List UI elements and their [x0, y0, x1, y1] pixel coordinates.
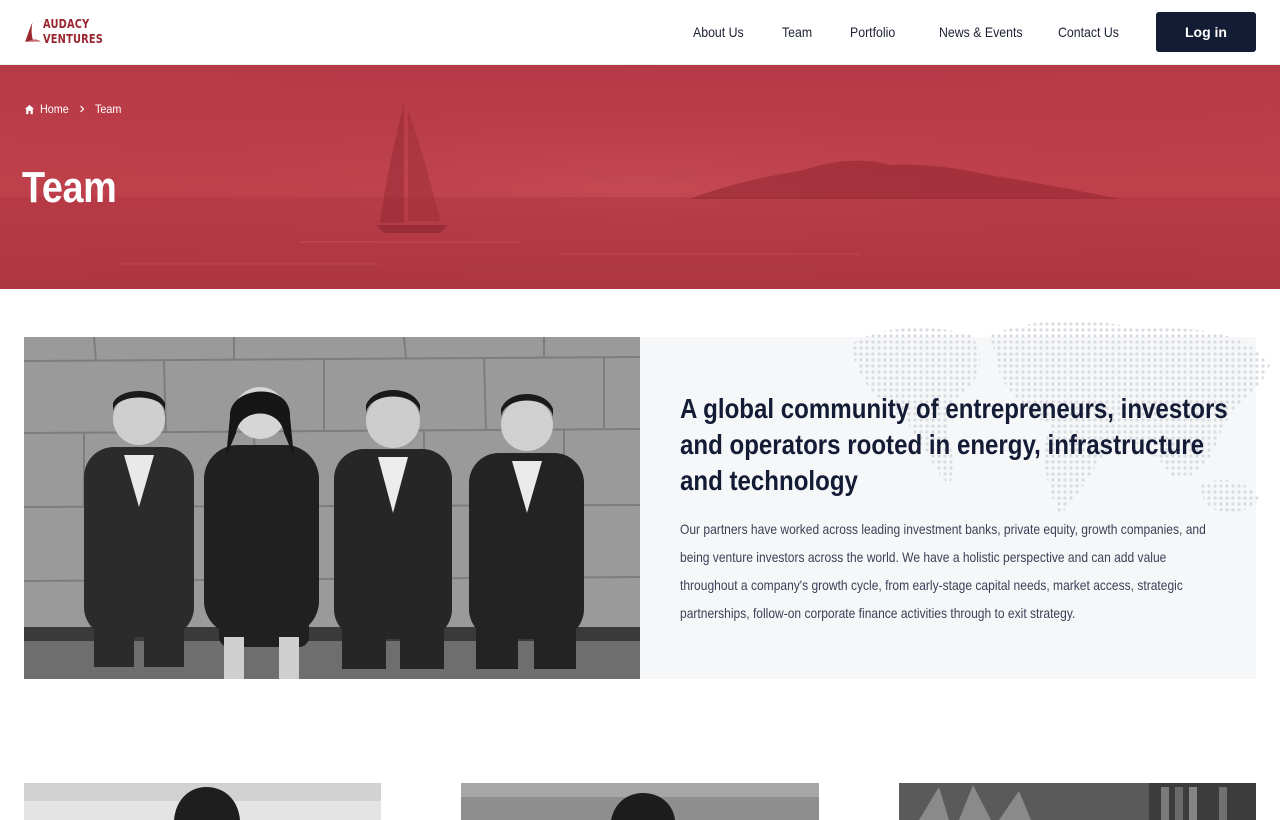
sail-logo-icon: [25, 22, 41, 42]
site-header: AUDACY VENTURES About Us Team Portfolio …: [0, 0, 1280, 65]
page-hero: Home Team Team: [0, 65, 1280, 289]
breadcrumb-home[interactable]: Home: [40, 102, 69, 116]
member-photo: [24, 783, 381, 820]
login-button[interactable]: Log in: [1156, 12, 1256, 52]
logo-wordmark: AUDACY VENTURES: [43, 17, 116, 47]
logo-line-2: VENTURES: [42, 32, 103, 46]
audacy-ventures-logo[interactable]: AUDACY VENTURES: [24, 14, 116, 50]
nav-news-events[interactable]: News & Events: [939, 24, 1023, 40]
intro-card: A global community of entrepreneurs, inv…: [640, 320, 1270, 679]
page-title: Team: [22, 163, 117, 212]
chevron-right-icon: [80, 105, 85, 113]
team-member-card[interactable]: [24, 783, 381, 820]
team-group-photo: [24, 337, 640, 679]
team-member-card[interactable]: [461, 783, 819, 820]
nav-contact-us[interactable]: Contact Us: [1058, 24, 1119, 40]
intro-heading: A global community of entrepreneurs, inv…: [680, 393, 1228, 496]
sailboat-sea-backdrop: [0, 65, 1280, 289]
nav-portfolio[interactable]: Portfolio: [850, 24, 895, 40]
nav-about-us[interactable]: About Us: [693, 24, 744, 40]
breadcrumb: Home Team: [24, 102, 124, 116]
home-icon: [24, 104, 35, 114]
member-photo: [461, 783, 819, 820]
nav-team[interactable]: Team: [782, 24, 812, 40]
member-photo: [899, 783, 1256, 820]
team-intro-section: A global community of entrepreneurs, inv…: [24, 320, 1270, 679]
team-member-card[interactable]: [899, 783, 1256, 820]
breadcrumb-current[interactable]: Team: [95, 102, 121, 116]
team-photo-illustration: [24, 337, 640, 679]
logo-line-1: AUDACY: [42, 17, 90, 31]
intro-body: Our partners have worked across leading …: [680, 521, 1206, 621]
